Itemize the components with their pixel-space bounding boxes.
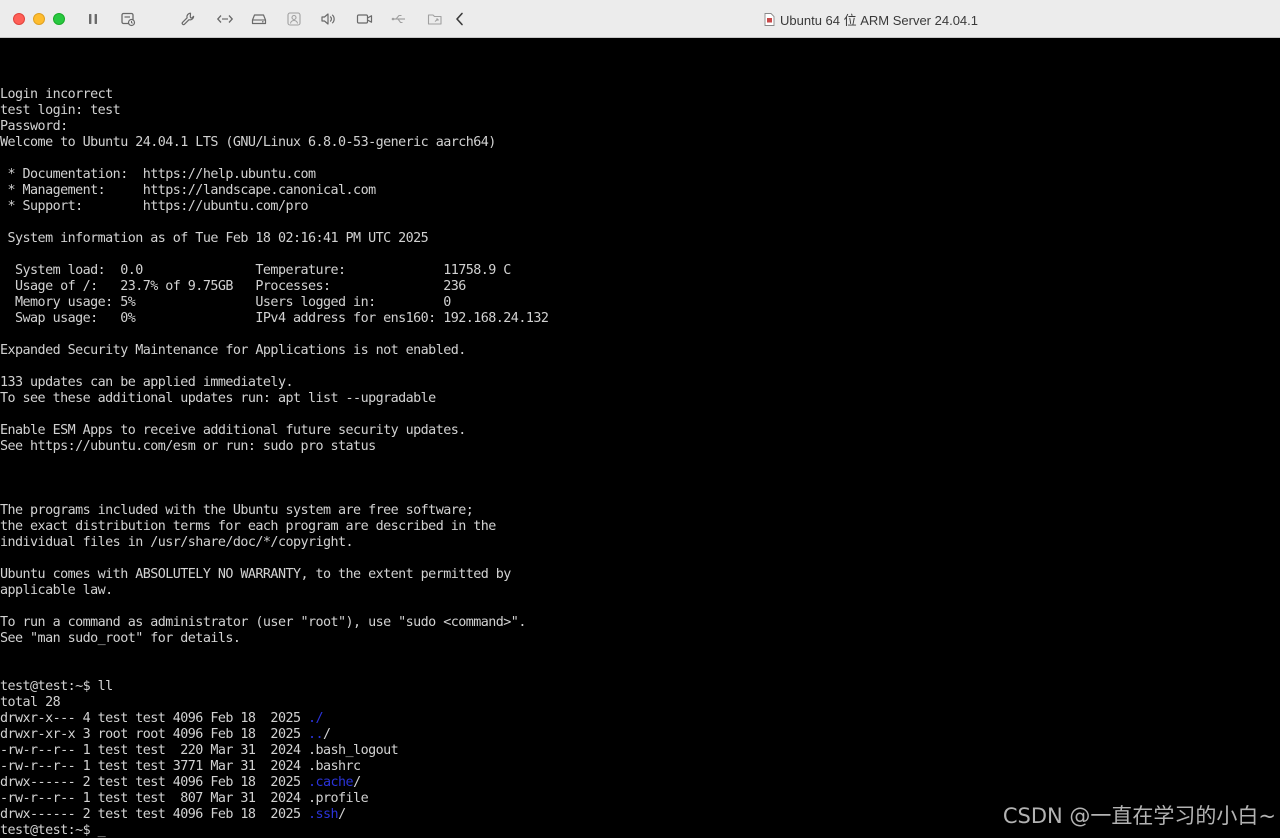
vm-document-icon [764,12,775,26]
terminal-cursor: _ [97,823,106,838]
terminal-line: * Management: https://landscape.canonica… [0,183,377,199]
user-icon[interactable] [284,9,304,29]
directory-name: .ssh [308,807,339,822]
terminal-line: test@test:~$ ll [0,679,113,695]
terminal-line-text: total 28 [0,695,61,710]
terminal-line: Usage of /: 23.7% of 9.75GB Processes: 2… [0,279,466,295]
terminal-line-text: drwx------ 2 test test 4096 Feb 18 2025 [0,807,308,822]
terminal-line: Swap usage: 0% IPv4 address for ens160: … [0,311,549,327]
window-title-text: Ubuntu 64 位 ARM Server 24.04.1 [780,12,978,28]
terminal-line-text: Expanded Security Maintenance for Applic… [0,343,466,358]
terminal-line-text: drwxr-xr-x 3 root root 4096 Feb 18 2025 [0,727,308,742]
terminal-line: Welcome to Ubuntu 24.04.1 LTS (GNU/Linux… [0,135,496,151]
terminal-line-text: See https://ubuntu.com/esm or run: sudo … [0,439,376,454]
terminal-line-text: System information as of Tue Feb 18 02:1… [0,231,429,246]
terminal-line-text: test login: test [0,103,121,118]
terminal-line: Expanded Security Maintenance for Applic… [0,343,466,359]
camera-icon[interactable] [354,9,374,29]
terminal-line-text: Usage of /: 23.7% of 9.75GB Processes: 2… [0,279,466,294]
terminal-line-text: Password: [0,119,68,134]
directory-suffix: / [323,727,331,742]
minimize-window-button[interactable] [33,13,45,25]
speaker-icon[interactable] [318,9,338,29]
terminal-line-text: Login incorrect [0,87,113,102]
terminal-line-text: Ubuntu comes with ABSOLUTELY NO WARRANTY… [0,567,511,582]
directory-suffix: / [338,807,346,822]
terminal-line-text: test@test:~$ [0,823,98,838]
terminal-line: Login incorrect [0,87,113,103]
terminal-line-text: To run a command as administrator (user … [0,615,526,630]
wrench-icon[interactable] [178,9,198,29]
terminal-line: Enable ESM Apps to receive additional fu… [0,423,466,439]
terminal-line-text: drwxr-x--- 4 test test 4096 Feb 18 2025 [0,711,308,726]
terminal-line: drwx------ 2 test test 4096 Feb 18 2025 … [0,807,346,823]
snapshot-icon[interactable] [118,9,138,29]
terminal-line: * Documentation: https://help.ubuntu.com [0,167,317,183]
terminal-line: drwxr-xr-x 3 root root 4096 Feb 18 2025 … [0,727,331,743]
terminal-line: Memory usage: 5% Users logged in: 0 [0,295,451,311]
terminal-line: total 28 [0,695,61,711]
terminal-line-text: the exact distribution terms for each pr… [0,519,496,534]
terminal-line-text: Welcome to Ubuntu 24.04.1 LTS (GNU/Linux… [0,135,496,150]
terminal-line: drwxr-x--- 4 test test 4096 Feb 18 2025 … [0,711,324,727]
terminal-line: -rw-r--r-- 1 test test 807 Mar 31 2024 .… [0,791,369,807]
terminal-line: Password: [0,119,68,135]
terminal-screen[interactable]: Login incorrect test login: test Password:… [0,38,1280,838]
terminal-line-text: test@test:~$ ll [0,679,113,694]
terminal-line: test login: test [0,103,121,119]
terminal-line: drwx------ 2 test test 4096 Feb 18 2025 … [0,775,361,791]
terminal-line-text: Memory usage: 5% Users logged in: 0 [0,295,451,310]
terminal-line-text: -rw-r--r-- 1 test test 220 Mar 31 2024 .… [0,743,399,758]
hard-disk-icon[interactable] [249,9,269,29]
directory-name: .. [308,727,324,742]
terminal-line: * Support: https://ubuntu.com/pro [0,199,309,215]
pause-icon[interactable] [83,9,103,29]
terminal-line-text: * Documentation: https://help.ubuntu.com [0,167,317,182]
terminal-line-text: Swap usage: 0% IPv4 address for ens160: … [0,311,549,326]
terminal-line-text: applicable law. [0,583,113,598]
terminal-line: System load: 0.0 Temperature: 11758.9 C [0,263,511,279]
terminal-line: the exact distribution terms for each pr… [0,519,496,535]
terminal-line-text: System load: 0.0 Temperature: 11758.9 C [0,263,511,278]
code-icon[interactable] [215,9,235,29]
terminal-line: 133 updates can be applied immediately. [0,375,294,391]
terminal-line: applicable law. [0,583,113,599]
fullscreen-window-button[interactable] [53,13,65,25]
window-title: Ubuntu 64 位 ARM Server 24.04.1 [764,10,978,28]
terminal-line: test@test:~$ _ [0,823,106,838]
terminal-line: See "man sudo_root" for details. [0,631,241,647]
terminal-line-text: 133 updates can be applied immediately. [0,375,294,390]
directory-suffix: / [353,775,361,790]
usb-icon[interactable] [389,9,409,29]
terminal-line: See https://ubuntu.com/esm or run: sudo … [0,439,376,455]
directory-name: .cache [308,775,354,790]
terminal-line-text: Enable ESM Apps to receive additional fu… [0,423,466,438]
terminal-line-text: * Management: https://landscape.canonica… [0,183,377,198]
terminal-line: -rw-r--r-- 1 test test 220 Mar 31 2024 .… [0,743,399,759]
terminal-line: individual files in /usr/share/doc/*/cop… [0,535,354,551]
terminal-line: -rw-r--r-- 1 test test 3771 Mar 31 2024 … [0,759,361,775]
terminal-line-text: To see these additional updates run: apt… [0,391,436,406]
terminal-line: To run a command as administrator (user … [0,615,526,631]
chevron-left-icon[interactable] [450,9,470,29]
terminal-line-text: -rw-r--r-- 1 test test 807 Mar 31 2024 .… [0,791,369,806]
watermark: CSDN @一直在学习的小白~ [1002,804,1276,828]
shared-folder-icon[interactable] [425,9,445,29]
close-window-button[interactable] [13,13,25,25]
terminal-line-text: individual files in /usr/share/doc/*/cop… [0,535,354,550]
terminal-line-text: See "man sudo_root" for details. [0,631,241,646]
terminal-line: To see these additional updates run: apt… [0,391,436,407]
terminal-line: System information as of Tue Feb 18 02:1… [0,231,429,247]
terminal-line-text: -rw-r--r-- 1 test test 3771 Mar 31 2024 … [0,759,361,774]
directory-name: ./ [308,711,324,726]
terminal-line: The programs included with the Ubuntu sy… [0,503,474,519]
terminal-line-text: drwx------ 2 test test 4096 Feb 18 2025 [0,775,308,790]
terminal-line-text: The programs included with the Ubuntu sy… [0,503,474,518]
window-titlebar: Ubuntu 64 位 ARM Server 24.04.1 [0,0,1280,38]
terminal-line: Ubuntu comes with ABSOLUTELY NO WARRANTY… [0,567,511,583]
terminal-line-text: * Support: https://ubuntu.com/pro [0,199,309,214]
